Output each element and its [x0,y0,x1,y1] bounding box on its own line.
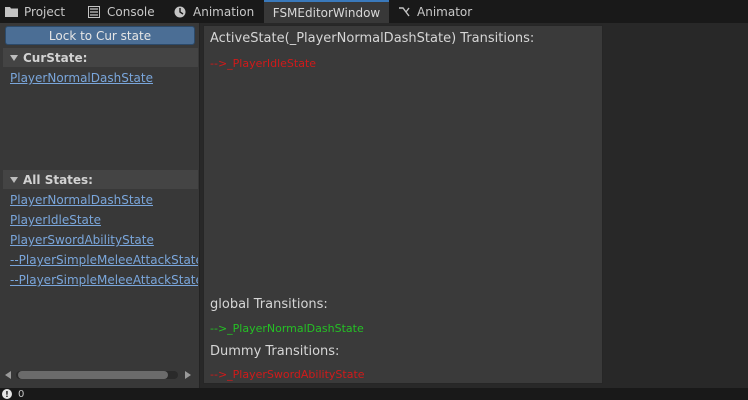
all-states-foldout[interactable]: All States: [3,170,198,189]
global-transition: -->_PlayerNormalDashState [210,322,364,335]
warning-icon[interactable]: ! [2,389,12,399]
tab-project[interactable]: Project [4,0,84,23]
active-state-title: ActiveState(_PlayerNormalDashState) Tran… [210,31,535,46]
tab-animation[interactable]: Animation [173,0,263,23]
status-bar: ! 0 [0,388,748,400]
transitions-panel: ActiveState(_PlayerNormalDashState) Tran… [203,25,603,384]
state-link[interactable]: PlayerSwordAbilityState [10,233,154,247]
console-icon [87,5,101,19]
triangle-down-icon [8,52,20,64]
active-transition: -->_PlayerIdleState [210,57,317,70]
dummy-transitions-title: Dummy Transitions: [210,344,340,359]
cur-state-header: CurState: [23,50,88,65]
scroll-right-icon[interactable] [182,368,194,382]
tab-label: Project [24,4,66,19]
tab-fsmeditorwindow[interactable]: FSMEditorWindow [264,0,389,23]
dummy-transition: -->_PlayerSwordAbilityState [210,368,365,381]
tab-label: Animation [193,4,255,19]
cur-state-link[interactable]: PlayerNormalDashState [10,71,153,85]
tab-console[interactable]: Console [87,0,165,23]
animator-icon [397,5,411,19]
state-link[interactable]: --PlayerSimpleMeleeAttackState [10,273,198,287]
lock-to-cur-state-button[interactable]: Lock to Cur state [5,26,195,45]
state-link[interactable]: PlayerNormalDashState [10,193,153,207]
all-states-header: All States: [23,172,93,187]
cur-state-foldout[interactable]: CurState: [3,48,198,67]
tab-label: FSMEditorWindow [272,5,381,20]
state-link[interactable]: --PlayerSimpleMeleeAttackState [10,253,198,267]
state-list-panel: Lock to Cur state CurState: PlayerNormal… [0,23,200,388]
folder-icon [4,5,18,19]
horizontal-scrollbar[interactable] [2,368,198,382]
triangle-down-icon [8,174,20,186]
scrollbar-thumb[interactable] [18,371,168,379]
message-count: 0 [18,388,25,400]
tab-label: Console [107,4,155,19]
state-link[interactable]: PlayerIdleState [10,213,101,227]
global-transitions-title: global Transitions: [210,297,328,312]
fsm-editor-panel: Lock to Cur state CurState: PlayerNormal… [0,23,748,388]
tab-label: Animator [417,4,473,19]
scroll-left-icon[interactable] [2,368,14,382]
tab-bar: Project Console Animation FSMEditorWindo… [0,0,748,23]
tab-animator[interactable]: Animator [397,0,477,23]
animation-icon [173,5,187,19]
